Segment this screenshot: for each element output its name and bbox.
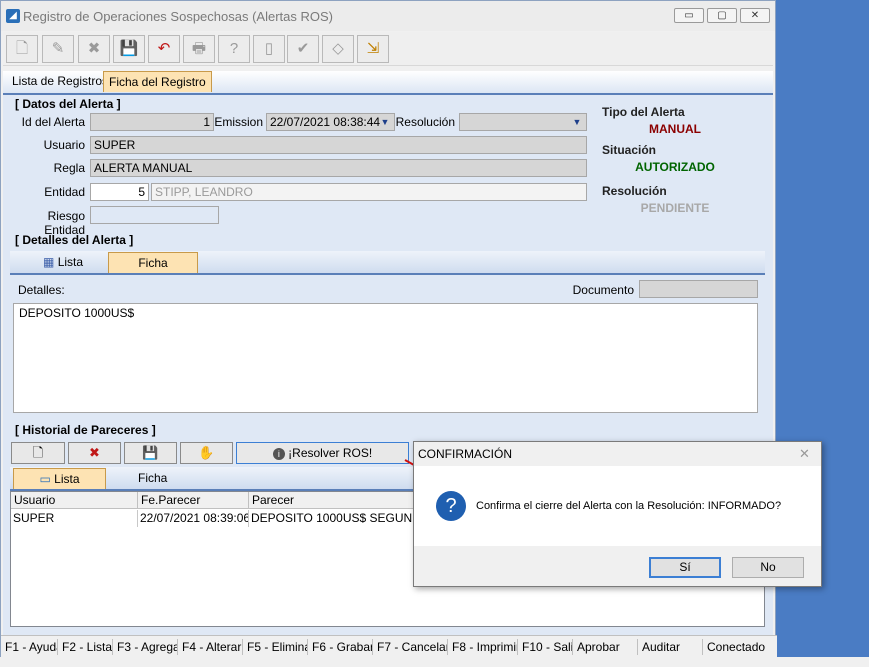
resolver-ros-label: ¡Resolver ROS! xyxy=(288,446,373,460)
no-button[interactable]: No xyxy=(732,557,804,578)
taskbar-strip xyxy=(0,657,869,667)
situacion-value: AUTORIZADO xyxy=(635,160,715,174)
column-header-fecha[interactable]: Fe.Parecer xyxy=(138,492,249,509)
status-f1[interactable]: F1 - Ayuda xyxy=(1,639,58,655)
tab-detalles-lista[interactable]: ▦ Lista xyxy=(38,252,88,273)
tab-historial-lista[interactable]: ▭ Lista xyxy=(13,468,106,489)
status-aprobar[interactable]: Aprobar xyxy=(573,639,638,655)
close-button[interactable]: ✕ xyxy=(740,8,770,23)
dialog-body: ? Confirma el cierre del Alerta con la R… xyxy=(414,466,821,546)
eraser-icon[interactable]: ◇ xyxy=(322,35,354,63)
cell-fecha: 22/07/2021 08:39:06 xyxy=(140,510,249,527)
emission-label: Emission xyxy=(214,115,263,129)
title-bar: ◢ Registro de Operaciones Sospechosas (A… xyxy=(1,1,775,31)
documento-field[interactable] xyxy=(639,280,758,298)
window-title: Registro de Operaciones Sospechosas (Ale… xyxy=(23,9,333,24)
main-tabs: Lista de Registros Ficha del Registro xyxy=(3,71,773,95)
documento-label: Documento xyxy=(572,283,634,297)
status-f4[interactable]: F4 - Alterar xyxy=(178,639,243,655)
tab-historial-ficha[interactable]: Ficha xyxy=(133,468,172,489)
status-conectado: Conectado xyxy=(707,640,766,654)
tipo-value: MANUAL xyxy=(649,122,701,136)
tipo-label: Tipo del Alerta xyxy=(602,105,685,119)
resolucion-select[interactable]: ▼ xyxy=(459,113,587,131)
chevron-down-icon[interactable]: ▼ xyxy=(377,114,393,130)
export-icon[interactable]: ⇲ xyxy=(357,35,389,63)
save-icon[interactable]: 💾 xyxy=(124,442,177,464)
delete-icon[interactable]: ✖ xyxy=(68,442,121,464)
entidad-label: Entidad xyxy=(44,185,85,199)
status-f7[interactable]: F7 - Cancelar xyxy=(373,639,448,655)
status-auditar[interactable]: Auditar xyxy=(638,639,703,655)
datos-header: [ Datos del Alerta ] xyxy=(15,97,121,111)
status-f8[interactable]: F8 - Imprimir xyxy=(448,639,518,655)
regla-label: Regla xyxy=(53,161,85,175)
riesgo-field[interactable] xyxy=(90,206,219,224)
tab-lista-registros[interactable]: Lista de Registros xyxy=(7,71,113,92)
dialog-close-button[interactable]: ✕ xyxy=(799,446,810,462)
yes-button[interactable]: Sí xyxy=(649,557,721,578)
status-f6[interactable]: F6 - Grabar xyxy=(308,639,373,655)
dialog-message: Confirma el cierre del Alerta con la Res… xyxy=(476,500,782,512)
print-icon[interactable]: 🖶 xyxy=(183,35,215,63)
app-icon: ◢ xyxy=(6,9,20,23)
comment-icon: ▭ xyxy=(39,472,51,486)
door-exit-icon[interactable]: ▯ xyxy=(253,35,285,63)
dialog-title: CONFIRMACIÓN xyxy=(418,447,512,461)
detalles-text: DEPOSITO 1000US$ xyxy=(19,306,135,320)
detalles-textarea[interactable]: DEPOSITO 1000US$ xyxy=(13,303,758,413)
regla-field[interactable]: ALERTA MANUAL xyxy=(90,159,587,177)
situacion-label: Situación xyxy=(602,143,657,157)
minimize-button[interactable]: ▭ xyxy=(674,8,704,23)
detalles-header: [ Detalles del Alerta ] xyxy=(15,233,134,247)
tab-detalles-lista-label: Lista xyxy=(57,255,84,269)
confirm-dialog: CONFIRMACIÓN ✕ ? Confirma el cierre del … xyxy=(413,441,822,587)
emission-field[interactable]: 22/07/2021 08:38:44 ▼ xyxy=(266,113,395,131)
undo-icon[interactable]: ↶ xyxy=(148,35,180,63)
entidad-name-field: STIPP, LEANDRO xyxy=(151,183,587,201)
grid-icon: ▦ xyxy=(43,255,55,269)
id-label: Id del Alerta xyxy=(21,115,85,129)
question-icon: ? xyxy=(436,491,466,521)
status-f5[interactable]: F5 - Eliminar xyxy=(243,639,308,655)
save-icon[interactable]: 💾 xyxy=(113,35,145,63)
resolver-ros-button[interactable]: i ¡Resolver ROS! xyxy=(236,442,409,464)
detalles-tabs: ▦ Lista Ficha xyxy=(10,251,765,275)
new-document-icon[interactable]: 🗋 xyxy=(6,35,38,63)
status-f10[interactable]: F10 - Salir xyxy=(518,639,573,655)
entidad-field[interactable]: 5 xyxy=(90,183,149,201)
resolucion-label: Resolución xyxy=(395,115,455,129)
historial-header: [ Historial de Pareceres ] xyxy=(15,423,156,437)
resolucion-side-value: PENDIENTE xyxy=(640,201,710,215)
info-icon: i xyxy=(272,448,285,460)
status-f3[interactable]: F3 - Agregar xyxy=(113,639,178,655)
chevron-down-icon[interactable]: ▼ xyxy=(569,114,585,130)
cell-usuario: SUPER xyxy=(11,510,138,527)
delete-icon[interactable]: ✖ xyxy=(78,35,110,63)
detalles-label: Detalles: xyxy=(18,283,65,297)
new-document-icon[interactable]: 🗋 xyxy=(11,442,65,464)
toolbar: 🗋 ✎ ✖ 💾 ↶ 🖶 ? ▯ ✔ ◇ ⇲ xyxy=(3,32,773,66)
maximize-button[interactable]: ▢ xyxy=(707,8,737,23)
column-header-usuario[interactable]: Usuario xyxy=(11,492,138,509)
usuario-label: Usuario xyxy=(43,138,85,152)
edit-document-icon[interactable]: ✎ xyxy=(42,35,74,63)
tab-historial-lista-label: Lista xyxy=(54,472,80,486)
resolucion-side-label: Resolución xyxy=(602,184,667,198)
approve-icon[interactable]: ✋ xyxy=(180,442,233,464)
help-icon[interactable]: ? xyxy=(218,35,250,63)
status-bar: F1 - Ayuda F2 - Lista F3 - Agregar F4 - … xyxy=(1,635,777,658)
status-f2[interactable]: F2 - Lista xyxy=(58,639,113,655)
tab-ficha-registro[interactable]: Ficha del Registro xyxy=(103,71,212,92)
check-icon[interactable]: ✔ xyxy=(287,35,319,63)
id-field[interactable]: 1 xyxy=(90,113,214,131)
emission-value: 22/07/2021 08:38:44 xyxy=(270,115,381,129)
usuario-field[interactable]: SUPER xyxy=(90,136,587,154)
tab-detalles-ficha[interactable]: Ficha xyxy=(108,252,198,273)
